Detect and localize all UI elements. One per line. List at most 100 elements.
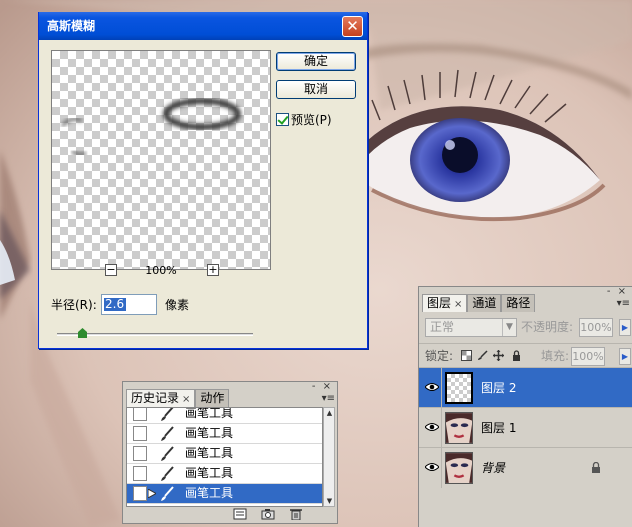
history-item-selected[interactable]: 画笔工具 xyxy=(127,484,322,504)
layer-row-background[interactable]: 背景 xyxy=(419,447,632,488)
checkbox-checked-icon[interactable] xyxy=(276,113,289,126)
history-item-label: 画笔工具 xyxy=(185,486,234,500)
preview-checkbox[interactable]: 预览(P) xyxy=(276,112,332,128)
layer-row-divider xyxy=(441,448,442,488)
history-item-label: 画笔工具 xyxy=(185,426,234,440)
tab-paths-label: 路径 xyxy=(506,296,531,310)
zoom-bar: − 100% + xyxy=(51,264,271,280)
zoom-value: 100% xyxy=(145,264,177,277)
history-snapshot-source[interactable] xyxy=(133,486,147,501)
visibility-eye-icon[interactable] xyxy=(425,382,439,392)
history-panel: - × 历史记录 × 动作 ▾≡ 画笔工具 画笔工具 画笔工具 画笔工具 画笔工… xyxy=(122,381,338,524)
fill-arrow-icon[interactable]: ▶ xyxy=(619,348,631,365)
layer-name[interactable]: 图层 2 xyxy=(481,380,516,396)
chevron-down-icon[interactable]: ▼ xyxy=(502,319,516,336)
tab-close-icon[interactable]: × xyxy=(454,299,462,310)
radius-row: 半径(R): 2.6 像素 xyxy=(51,294,189,316)
gaussian-blur-dialog: 高斯模糊 ✕ 确定 取消 预览(P) − 100% + 半径(R): 2.6 像… xyxy=(38,12,368,349)
fill-label: 填充: xyxy=(541,349,570,363)
tab-close-icon[interactable]: × xyxy=(182,394,190,405)
tab-history-label: 历史记录 xyxy=(131,391,180,405)
brush-icon xyxy=(161,466,174,481)
history-panel-tabs: 历史记录 × 动作 xyxy=(126,389,230,407)
lock-transparent-pixels-icon[interactable] xyxy=(461,350,472,361)
panel-window-controls[interactable]: - × xyxy=(607,287,628,297)
lock-row: 锁定: 填充: 100% ▶ xyxy=(419,343,632,367)
close-button[interactable]: ✕ xyxy=(342,16,363,37)
history-item[interactable]: 画笔工具 xyxy=(127,407,322,424)
layer-name[interactable]: 背景 xyxy=(481,460,505,476)
visibility-eye-icon[interactable] xyxy=(425,462,439,472)
opacity-field[interactable]: 100% xyxy=(579,318,613,337)
radius-input-selection: 2.6 xyxy=(104,297,126,311)
visibility-eye-icon[interactable] xyxy=(425,422,439,432)
layer-thumbnail-face[interactable] xyxy=(445,452,473,484)
layer-lock-icon xyxy=(592,462,600,473)
radius-slider[interactable] xyxy=(57,328,253,340)
history-snapshot-source[interactable] xyxy=(133,466,147,481)
fill-field[interactable]: 100% xyxy=(571,347,605,366)
layer-row-divider xyxy=(441,408,442,448)
trash-icon[interactable] xyxy=(289,508,303,520)
lock-all-icon[interactable] xyxy=(511,350,522,361)
preview-image xyxy=(60,98,241,157)
layer-row-layer2[interactable]: 图层 2 xyxy=(419,367,632,408)
history-snapshot-source[interactable] xyxy=(133,408,147,421)
layers-options-row: 正常 ▼ 不透明度: 100% ▶ xyxy=(419,315,632,343)
history-item-label: 画笔工具 xyxy=(185,466,234,480)
tab-layers[interactable]: 图层 × xyxy=(422,294,468,312)
layer-thumbnail-face[interactable] xyxy=(445,412,473,444)
panel-window-controls[interactable]: - × xyxy=(312,382,333,392)
tab-channels[interactable]: 通道 xyxy=(467,294,502,312)
opacity-label: 不透明度: xyxy=(521,320,574,334)
tab-layers-label: 图层 xyxy=(427,296,452,310)
brush-icon xyxy=(161,486,174,501)
dialog-title: 高斯模糊 xyxy=(47,19,96,33)
layer-row-divider xyxy=(441,368,442,408)
history-item[interactable]: 画笔工具 xyxy=(127,464,322,484)
lock-image-pixels-icon[interactable] xyxy=(477,350,488,361)
history-state-arrow-icon xyxy=(148,489,156,498)
history-item[interactable]: 画笔工具 xyxy=(127,444,322,464)
slider-thumb[interactable] xyxy=(78,328,87,338)
zoom-out-button[interactable]: − xyxy=(105,264,117,276)
lock-label: 锁定: xyxy=(425,349,454,363)
panel-menu-icon[interactable]: ▾≡ xyxy=(322,393,335,404)
tab-channels-label: 通道 xyxy=(472,296,497,310)
new-document-from-state-icon[interactable] xyxy=(233,508,247,520)
history-item-label: 画笔工具 xyxy=(185,446,234,460)
layer-thumbnail-transparent[interactable] xyxy=(445,372,473,404)
cancel-button[interactable]: 取消 xyxy=(276,80,356,99)
layers-panel-tabs: 图层 × 通道 路径 xyxy=(422,294,536,312)
history-list: 画笔工具 画笔工具 画笔工具 画笔工具 画笔工具 xyxy=(126,407,323,507)
layer-row-layer1[interactable]: 图层 1 xyxy=(419,407,632,448)
panel-menu-icon[interactable]: ▾≡ xyxy=(617,298,630,309)
layers-panel: - × 图层 × 通道 路径 ▾≡ 正常 ▼ 不透明度: 100% ▶ 锁定: 填充:… xyxy=(418,286,632,527)
brush-icon xyxy=(161,426,174,441)
snapshot-icon[interactable] xyxy=(261,508,275,520)
zoom-in-button[interactable]: + xyxy=(207,264,219,276)
tab-actions-label: 动作 xyxy=(200,391,225,405)
preview-checkbox-label: 预览(P) xyxy=(291,113,332,127)
radius-label: 半径(R): xyxy=(51,298,97,312)
brush-icon xyxy=(161,446,174,461)
tab-actions[interactable]: 动作 xyxy=(195,389,230,407)
tab-paths[interactable]: 路径 xyxy=(501,294,536,312)
history-snapshot-source[interactable] xyxy=(133,426,147,441)
tab-history[interactable]: 历史记录 × xyxy=(126,389,196,407)
layer-name[interactable]: 图层 1 xyxy=(481,420,516,436)
ok-button[interactable]: 确定 xyxy=(276,52,356,71)
opacity-arrow-icon[interactable]: ▶ xyxy=(619,319,631,336)
blend-mode-select[interactable]: 正常 ▼ xyxy=(425,318,517,337)
scroll-up-arrow-icon[interactable]: ▲ xyxy=(325,409,334,417)
history-item[interactable]: 画笔工具 xyxy=(127,424,322,444)
brush-icon xyxy=(161,408,174,421)
lock-position-icon[interactable] xyxy=(493,350,504,361)
history-item-label: 画笔工具 xyxy=(185,407,234,420)
blur-preview-area[interactable] xyxy=(51,50,271,270)
scroll-down-arrow-icon[interactable]: ▼ xyxy=(325,497,334,505)
history-scrollbar[interactable]: ▲ ▼ xyxy=(323,407,335,507)
history-snapshot-source[interactable] xyxy=(133,446,147,461)
dialog-titlebar[interactable]: 高斯模糊 ✕ xyxy=(39,12,367,40)
history-footer xyxy=(233,508,313,522)
